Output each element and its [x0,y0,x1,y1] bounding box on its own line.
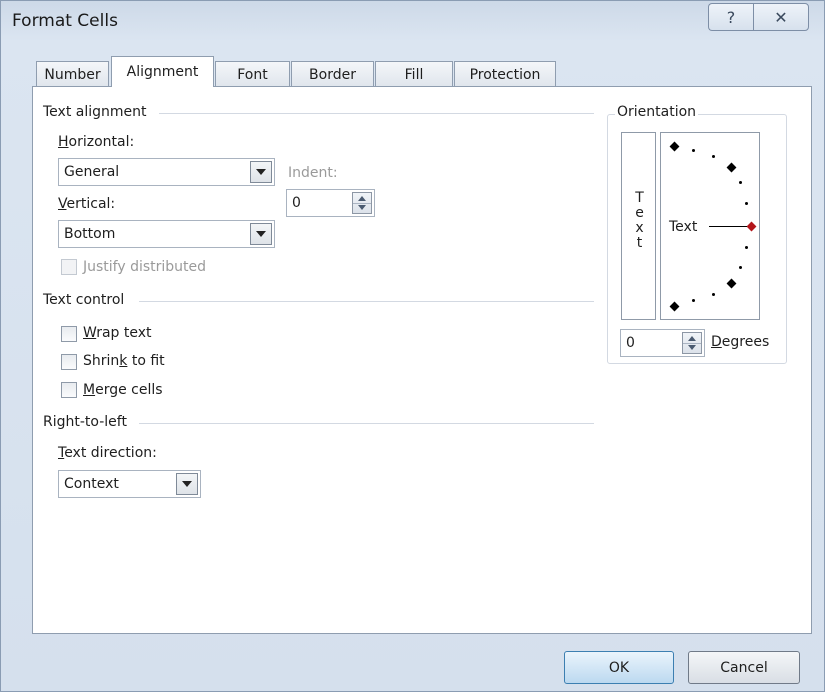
wrap-text-checkbox[interactable] [61,326,77,342]
dial-dot [739,266,742,269]
right-to-left-divider [139,423,594,424]
vertical-text-char: x [635,220,644,236]
horizontal-label-rest: orizontal: [68,134,135,150]
tab-fill[interactable]: Fill [375,61,453,87]
text-control-divider [139,301,594,302]
indent-label: Indent: [288,165,338,181]
tab-border[interactable]: Border [291,61,374,87]
orientation-heading: Orientation [615,104,699,120]
text-direction-select[interactable]: Context [58,470,201,498]
dial-marker-45 [726,162,737,173]
dial-dot [745,202,748,205]
text-control-heading: Text control [43,292,125,308]
ok-button[interactable]: OK [564,651,674,684]
horizontal-dropdown-button[interactable] [250,161,272,183]
chevron-down-icon [256,169,266,175]
indent-value[interactable]: 0 [292,195,301,211]
text-direction-value: Context [64,476,119,492]
close-button[interactable]: ✕ [753,3,809,31]
text-direction-dropdown-button[interactable] [176,473,198,495]
text-alignment-divider [159,113,594,114]
help-button[interactable]: ? [708,3,753,31]
degrees-stepper[interactable]: 0 [620,329,705,357]
wrap-text-label: Wrap text [83,325,152,341]
vertical-dropdown-button[interactable] [250,223,272,245]
text-direction-label: Text direction: [58,445,157,461]
spin-up-icon[interactable] [688,336,696,341]
format-cells-dialog: Format Cells ? ✕ Number Alignment Font B… [0,0,825,692]
vertical-text-char: T [635,190,644,206]
dial-marker-90 [669,141,680,152]
right-to-left-heading: Right-to-left [43,414,127,430]
text-alignment-heading: Text alignment [43,104,147,120]
horizontal-value: General [64,164,120,180]
close-icon: ✕ [774,7,788,27]
vertical-text-char: e [635,205,644,221]
tab-font[interactable]: Font [215,61,290,87]
indent-spin-buttons[interactable] [352,192,372,214]
dial-marker-minus-90 [669,301,680,312]
dial-dot [712,155,715,158]
shrink-to-fit-label: Shrink to fit [83,353,165,369]
dial-dot [745,246,748,249]
chevron-down-icon [182,481,192,487]
spin-down-icon[interactable] [358,205,366,210]
vertical-label-rest: ertical: [66,196,116,212]
merge-cells-checkbox[interactable] [61,382,77,398]
horizontal-select[interactable]: General [58,158,275,186]
dial-text: Text [669,219,698,235]
vertical-label: Vertical: [58,196,116,212]
degrees-value[interactable]: 0 [626,335,635,351]
spin-down-icon[interactable] [688,345,696,350]
dial-dot [739,181,742,184]
dial-dot [712,293,715,296]
help-icon: ? [726,7,736,27]
spin-up-icon[interactable] [358,196,366,201]
vertical-text-toggle[interactable]: T e x t [621,132,656,320]
chevron-down-icon [256,231,266,237]
shrink-to-fit-checkbox[interactable] [61,354,77,370]
merge-cells-label: Merge cells [83,382,163,398]
vertical-text-char: t [636,235,643,251]
dial-indicator-0 [746,221,757,232]
dial-needle [709,226,747,227]
dial-dot [692,299,695,302]
orientation-dial[interactable]: Text [660,132,760,320]
horizontal-label: Horizontal: [58,134,135,150]
indent-stepper[interactable]: 0 [286,189,375,217]
justify-distributed-label: Justify distributed [83,259,207,275]
vertical-value: Bottom [64,226,116,242]
vertical-select[interactable]: Bottom [58,220,275,248]
degrees-label: Degrees [711,334,770,350]
tab-alignment[interactable]: Alignment [111,56,214,87]
dial-marker-minus-45 [726,278,737,289]
tab-number[interactable]: Number [36,61,109,87]
tab-protection[interactable]: Protection [454,61,556,87]
justify-distributed-checkbox[interactable] [61,259,77,275]
dial-dot [692,149,695,152]
cancel-button[interactable]: Cancel [688,651,800,684]
degrees-spin-buttons[interactable] [682,332,702,354]
dialog-title: Format Cells [12,11,118,31]
